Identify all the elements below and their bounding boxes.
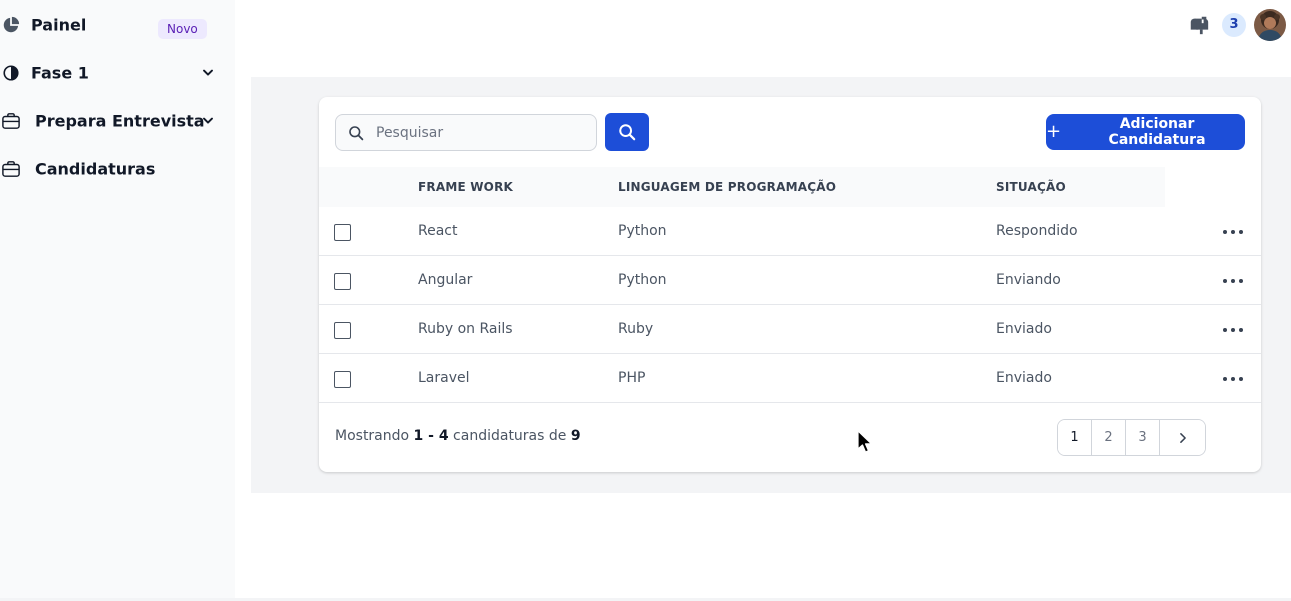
status-cell: Enviado bbox=[996, 370, 1052, 386]
mailbox-icon[interactable] bbox=[1188, 14, 1210, 36]
framework-cell: React bbox=[418, 223, 458, 239]
summary-middle: candidaturas de bbox=[453, 428, 567, 444]
notification-count-badge[interactable]: 3 bbox=[1222, 13, 1246, 37]
next-page-button[interactable] bbox=[1160, 420, 1205, 455]
column-header-status[interactable]: SITUAÇÃO bbox=[996, 167, 1066, 207]
sidebar-item-label: Fase 1 bbox=[31, 63, 89, 83]
briefcase-icon bbox=[0, 110, 22, 132]
sidebar-item-candidaturas[interactable]: Candidaturas bbox=[0, 149, 235, 189]
half-circle-icon bbox=[0, 62, 22, 84]
pagination: 1 2 3 bbox=[1057, 419, 1206, 456]
sidebar-item-fase-1[interactable]: Fase 1 bbox=[0, 53, 235, 93]
more-actions-icon[interactable] bbox=[1223, 272, 1243, 290]
summary-prefix: Mostrando bbox=[335, 428, 410, 444]
results-summary: Mostrando 1 - 4 candidaturas de 9 bbox=[335, 428, 581, 444]
language-cell: Python bbox=[618, 272, 667, 288]
framework-cell: Ruby on Rails bbox=[418, 321, 513, 337]
column-header-language[interactable]: LINGUAGEM DE PROGRAMAÇÃO bbox=[618, 167, 836, 207]
new-badge: Novo bbox=[158, 19, 207, 39]
column-header-framework[interactable]: FRAME WORK bbox=[418, 167, 513, 207]
search-field[interactable] bbox=[335, 114, 597, 151]
summary-total: 9 bbox=[570, 428, 581, 444]
pie-chart-icon bbox=[0, 14, 22, 36]
add-application-label: Adicionar Candidatura bbox=[1108, 116, 1206, 148]
table-row: React Python Respondido bbox=[319, 207, 1261, 256]
more-actions-icon[interactable] bbox=[1223, 321, 1243, 339]
table-row: Laravel PHP Enviado bbox=[319, 354, 1261, 403]
row-checkbox[interactable] bbox=[334, 371, 351, 388]
search-input[interactable] bbox=[376, 115, 591, 150]
page-button-3[interactable]: 3 bbox=[1126, 420, 1160, 455]
framework-cell: Laravel bbox=[418, 370, 470, 386]
summary-range: 1 - 4 bbox=[413, 428, 449, 444]
table-row: Angular Python Enviando bbox=[319, 256, 1261, 305]
language-cell: Python bbox=[618, 223, 667, 239]
more-actions-icon[interactable] bbox=[1223, 223, 1243, 241]
more-actions-icon[interactable] bbox=[1223, 370, 1243, 388]
avatar[interactable] bbox=[1254, 9, 1286, 41]
row-checkbox[interactable] bbox=[334, 322, 351, 339]
page-button-1[interactable]: 1 bbox=[1058, 420, 1092, 455]
sidebar-item-label: Prepara Entrevista bbox=[35, 111, 205, 131]
table-header: FRAME WORK LINGUAGEM DE PROGRAMAÇÃO SITU… bbox=[319, 167, 1165, 207]
status-cell: Respondido bbox=[996, 223, 1078, 239]
plus-icon: + bbox=[1046, 121, 1062, 142]
chevron-down-icon[interactable] bbox=[200, 113, 216, 129]
add-application-button[interactable]: + Adicionar Candidatura bbox=[1046, 114, 1245, 150]
sidebar-item-label: Candidaturas bbox=[35, 159, 156, 179]
page-button-2[interactable]: 2 bbox=[1092, 420, 1126, 455]
sidebar-item-painel[interactable]: Painel Novo bbox=[0, 5, 235, 45]
status-cell: Enviando bbox=[996, 272, 1061, 288]
language-cell: PHP bbox=[618, 370, 646, 386]
sidebar-item-prepara-entrevista[interactable]: Prepara Entrevista bbox=[0, 101, 235, 141]
briefcase-icon bbox=[0, 158, 22, 180]
status-cell: Enviado bbox=[996, 321, 1052, 337]
search-icon bbox=[349, 126, 364, 141]
table-row: Ruby on Rails Ruby Enviado bbox=[319, 305, 1261, 354]
framework-cell: Angular bbox=[418, 272, 473, 288]
sidebar: Painel Novo Fase 1 Prepara Entrevista Ca… bbox=[0, 0, 235, 598]
sidebar-item-label: Painel bbox=[31, 15, 87, 35]
search-icon bbox=[619, 124, 636, 141]
chevron-right-icon bbox=[1179, 432, 1186, 443]
mouse-cursor-icon bbox=[857, 430, 873, 453]
row-checkbox[interactable] bbox=[334, 224, 351, 241]
language-cell: Ruby bbox=[618, 321, 654, 337]
row-checkbox[interactable] bbox=[334, 273, 351, 290]
chevron-down-icon[interactable] bbox=[200, 65, 216, 81]
search-button[interactable] bbox=[605, 113, 649, 151]
applications-card: + Adicionar Candidatura FRAME WORK LINGU… bbox=[319, 97, 1261, 472]
